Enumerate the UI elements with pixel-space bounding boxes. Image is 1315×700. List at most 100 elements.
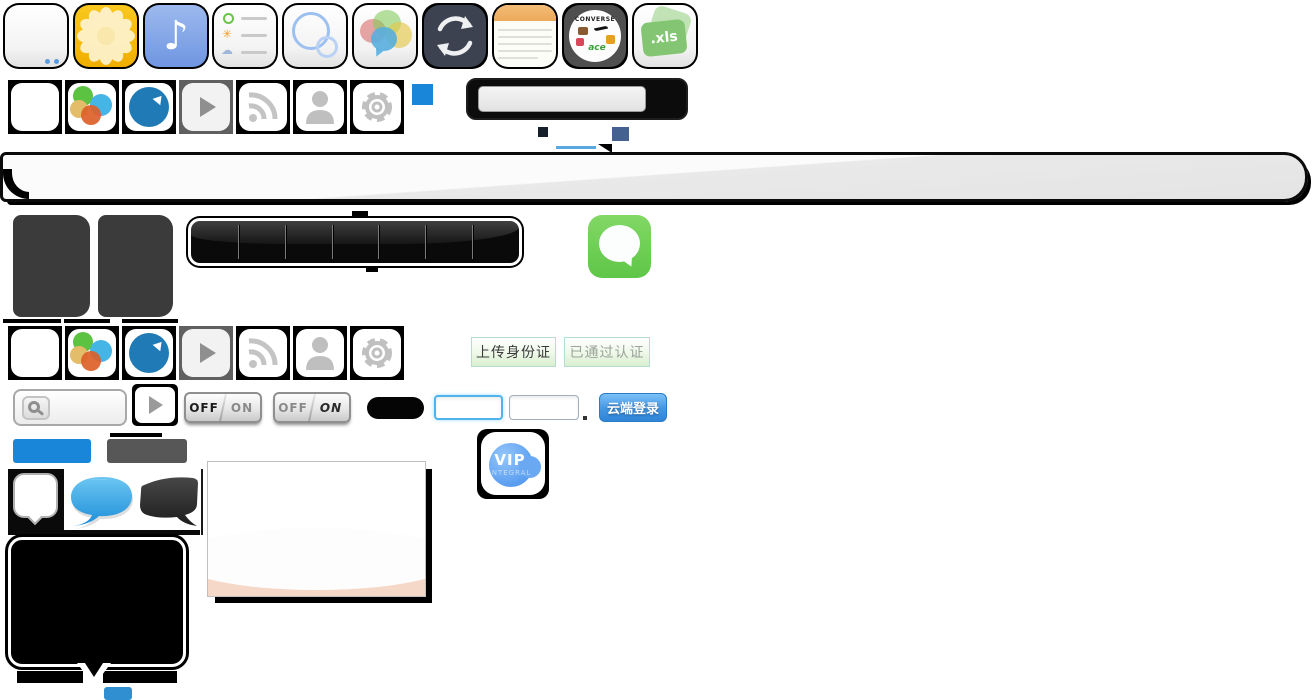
play-icon <box>182 329 230 377</box>
green-ring <box>223 13 234 24</box>
small-icon-gear-tile[interactable] <box>350 80 404 134</box>
app-icon-chat-tile[interactable] <box>352 3 418 69</box>
card-shadow-strip <box>3 319 61 323</box>
refresh-arrows-icon <box>424 5 486 67</box>
list-line <box>241 34 267 37</box>
segmented-keyboard-bar[interactable] <box>188 218 522 266</box>
toggle-on-label: ON <box>224 401 260 415</box>
segment-divider <box>238 225 239 259</box>
search-field[interactable] <box>13 389 127 426</box>
blue-dot <box>45 59 50 64</box>
reminders-list-icon: ✳ ☁ <box>214 5 276 67</box>
app-icon-music-tile[interactable]: ♪ <box>143 3 209 69</box>
large-black-speech-bubble <box>8 537 186 667</box>
flower-icon <box>75 5 137 67</box>
black-speech-bubble <box>135 470 203 532</box>
vip-icon: VIP INTEGRAL <box>481 432 545 495</box>
verified-button[interactable]: 已通过认证 <box>564 337 650 367</box>
small-icon-play-tile[interactable] <box>179 80 233 134</box>
small-icon-play-tile[interactable] <box>179 326 233 380</box>
sprite-fragment <box>17 671 83 683</box>
sprite-fragment <box>538 127 548 137</box>
small-icon-rss-tile[interactable] <box>236 80 290 134</box>
segment-divider <box>378 225 379 259</box>
toggle-switch-off[interactable]: OFF ON <box>184 392 262 423</box>
sync-refresh-icon <box>424 5 486 67</box>
black-pill-button[interactable] <box>367 397 424 419</box>
app-icon-circles-tile[interactable] <box>282 3 348 69</box>
message-bubble <box>599 225 640 262</box>
dark-search-widget[interactable] <box>466 78 688 120</box>
flower-photos-icon <box>75 5 137 67</box>
search-input[interactable] <box>478 86 646 112</box>
vip-title: VIP <box>481 451 539 469</box>
small-icon-gear-tile[interactable] <box>350 326 404 380</box>
vip-subtitle: INTEGRAL <box>481 469 539 477</box>
popover-panel <box>207 461 426 597</box>
upload-id-button[interactable]: 上传身份证 <box>471 337 556 367</box>
multicolor-chat-icon <box>354 5 416 67</box>
dark-card-placeholder <box>98 215 173 317</box>
small-icon-clock-tile[interactable] <box>122 326 176 380</box>
app-icon-xls-tile[interactable]: .xls <box>632 3 698 69</box>
blue-underline-fragment <box>556 146 596 149</box>
app-icon-notes-tile[interactable] <box>492 3 558 69</box>
verified-label: 已通过认证 <box>570 342 645 362</box>
popover-pink-curve-mask <box>207 528 426 590</box>
blue-circles-icon <box>284 5 346 67</box>
toggle-switch-on[interactable]: OFF ON <box>273 392 351 423</box>
blue-square-swatch <box>412 84 433 105</box>
small-icon-clock-tile[interactable] <box>122 80 176 134</box>
brand-mark <box>578 27 588 35</box>
small-icon-user-tile[interactable] <box>293 326 347 380</box>
play-icon <box>182 83 230 131</box>
upload-id-label: 上传身份证 <box>476 342 551 362</box>
app-icon-sync-tile[interactable] <box>422 3 488 69</box>
blank-app-icon <box>5 5 67 67</box>
colored-circles-icon <box>68 83 116 131</box>
long-toolbar-bar <box>0 152 1308 202</box>
music-note-glyph: ♪ <box>163 13 189 59</box>
segment-divider <box>332 225 333 259</box>
brand-logos-icon: CONVERSE ace <box>564 5 626 67</box>
xls-front-shape: .xls <box>640 19 687 57</box>
small-icon-circles-tile[interactable] <box>65 80 119 134</box>
play-button[interactable] <box>135 387 175 423</box>
search-widget-button[interactable] <box>650 84 684 114</box>
xls-export-icon: .xls <box>634 5 696 67</box>
bar-left-corner-shadow <box>3 169 29 199</box>
app-icon-blank-tile[interactable] <box>3 3 69 69</box>
app-icon-brands-tile[interactable]: CONVERSE ace <box>562 3 628 69</box>
small-icon-user-tile[interactable] <box>293 80 347 134</box>
messages-app-icon[interactable] <box>588 215 651 278</box>
white-speech-bubble <box>13 473 58 518</box>
text-input-focused[interactable] <box>434 395 503 420</box>
list-line <box>241 51 267 54</box>
toggle-on-label: ON <box>313 401 349 415</box>
play-button-frame[interactable] <box>132 384 178 426</box>
app-icon-reminders-tile[interactable]: ✳ ☁ <box>212 3 278 69</box>
toggle-off-label: OFF <box>186 401 222 415</box>
blue-flat-button[interactable] <box>13 439 91 463</box>
small-icon-blank-tile[interactable] <box>8 80 62 134</box>
card-shadow-strip <box>122 319 178 323</box>
small-icon-circles-tile[interactable] <box>65 326 119 380</box>
blank-small-icon <box>11 329 59 377</box>
blank-small-icon <box>11 83 59 131</box>
small-icon-blank-tile[interactable] <box>8 326 62 380</box>
segment-divider <box>425 225 426 259</box>
toggle-off-label: OFF <box>275 401 311 415</box>
card-shadow-strip <box>64 319 110 323</box>
sprite-fragment <box>110 433 162 437</box>
app-icon-photos-tile[interactable] <box>73 3 139 69</box>
rss-icon <box>239 329 287 377</box>
gray-flat-button[interactable] <box>107 439 187 463</box>
brand-word-ace: ace <box>584 43 610 53</box>
cloud-login-button[interactable]: 云端登录 <box>599 393 667 422</box>
large-bubble-tail <box>83 660 105 677</box>
small-icon-rss-tile[interactable] <box>236 326 290 380</box>
text-input[interactable] <box>509 395 579 420</box>
blue-speech-bubble <box>66 472 136 530</box>
dark-card-placeholder <box>13 215 90 317</box>
vip-icon-frame[interactable]: VIP INTEGRAL <box>477 429 549 499</box>
